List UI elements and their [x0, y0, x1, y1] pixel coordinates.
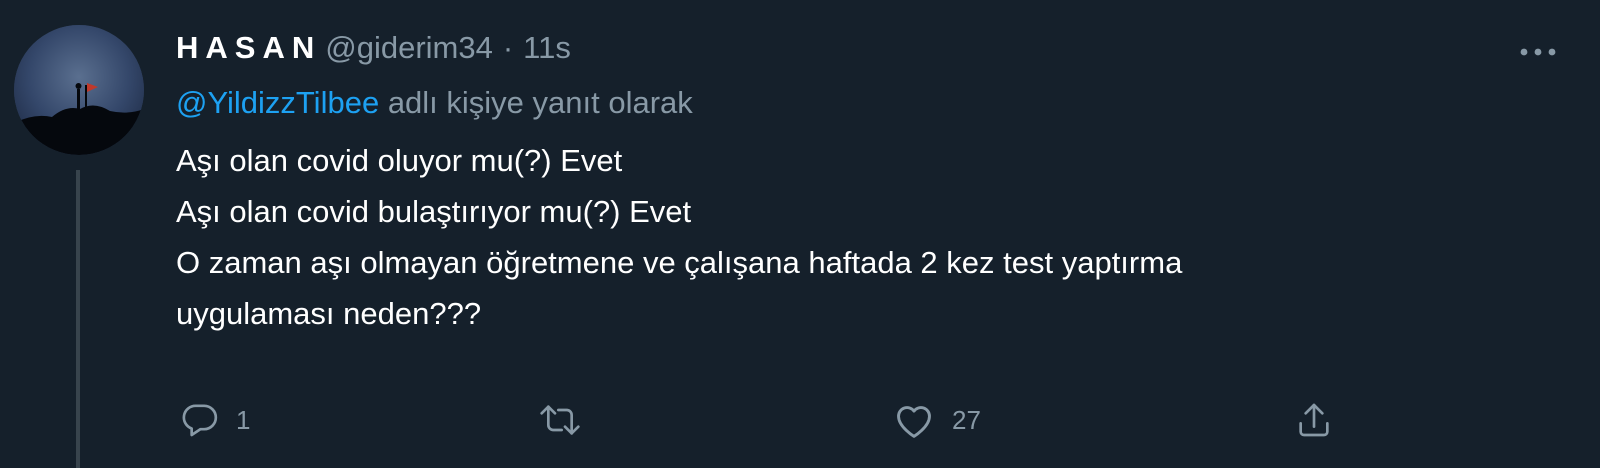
reply-icon	[180, 400, 220, 440]
like-count: 27	[952, 404, 981, 435]
timestamp[interactable]: 11s	[523, 30, 571, 66]
tweet-text-line: O zaman aşı olmayan öğretmene ve çalışan…	[176, 245, 1183, 280]
tweet-text-line: Aşı olan covid oluyor mu(?) Evet	[176, 143, 623, 178]
like-button[interactable]: 27	[892, 398, 981, 442]
separator-dot: ·	[502, 30, 514, 65]
tweet-header: HASAN @giderim34 · 11s	[176, 30, 1560, 74]
avatar-image	[14, 25, 144, 155]
tweet-text: Aşı olan covid oluyor mu(?) Evet Aşı ola…	[176, 135, 1560, 339]
retweet-icon	[538, 400, 582, 440]
more-button[interactable]	[1516, 30, 1560, 74]
share-icon	[1294, 400, 1334, 440]
tweet-actions: 1 27	[176, 398, 1336, 442]
reply-context: @YildizzTilbee adlı kişiye yanıt olarak	[176, 85, 1560, 121]
user-handle[interactable]: @giderim34	[325, 30, 493, 66]
tweet[interactable]: HASAN @giderim34 · 11s @YildizzTilbee ad…	[0, 0, 1600, 468]
tweet-text-line: uygulaması neden???	[176, 296, 482, 331]
tweet-content: HASAN @giderim34 · 11s @YildizzTilbee ad…	[176, 30, 1560, 339]
heart-icon	[892, 400, 936, 440]
reply-context-text: adlı kişiye yanıt olarak	[387, 85, 693, 120]
tweet-text-line: Aşı olan covid bulaştırıyor mu(?) Evet	[176, 194, 692, 229]
reply-button[interactable]: 1	[180, 398, 250, 442]
thread-line	[76, 170, 80, 468]
reply-mention-link[interactable]: @YildizzTilbee	[176, 85, 379, 120]
share-button[interactable]	[1294, 398, 1334, 442]
display-name[interactable]: HASAN	[176, 30, 321, 66]
retweet-button[interactable]	[538, 398, 598, 442]
more-icon	[1518, 47, 1558, 57]
avatar[interactable]	[14, 25, 144, 155]
reply-count: 1	[236, 404, 251, 435]
